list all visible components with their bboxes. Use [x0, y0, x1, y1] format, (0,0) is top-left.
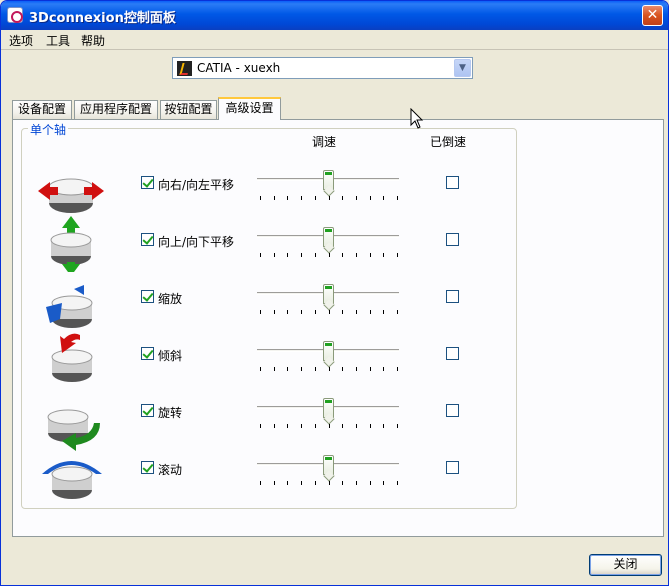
menu-help[interactable]: 帮助: [81, 32, 105, 49]
title-bar[interactable]: 3Dconnexion控制面板 ✕: [1, 1, 668, 30]
close-button[interactable]: ✕: [642, 5, 663, 26]
application-select-value: CATIA - xuexh: [197, 61, 281, 75]
pan-up-down-icon: [50, 216, 92, 272]
axis-label: 向上/向下平移: [158, 235, 235, 249]
tab-device-config[interactable]: 设备配置: [12, 100, 72, 119]
column-speed-header: 调速: [312, 135, 337, 149]
axis-row: 倾斜: [22, 332, 518, 382]
catia-icon: [177, 61, 192, 76]
axis-label: 滚动: [158, 463, 183, 477]
tab-application-config[interactable]: 应用程序配置: [74, 100, 158, 119]
client-area: CATIA - xuexh ▼ 设备配置 应用程序配置 按钮配置 高级设置 单个…: [4, 52, 665, 537]
axis-label: 倾斜: [158, 349, 183, 363]
axis-row: 旋转: [22, 389, 518, 451]
column-dominant-header: 已倒速: [430, 135, 467, 149]
axis-enable-checkbox[interactable]: [141, 347, 154, 360]
axis-enable-checkbox[interactable]: [141, 176, 154, 189]
speed-slider[interactable]: [257, 455, 403, 485]
control-panel-window: 3Dconnexion控制面板 ✕ 选项 工具 帮助 CATIA - xuexh…: [0, 0, 669, 586]
axis-enable-checkbox[interactable]: [141, 233, 154, 246]
speed-slider[interactable]: [257, 398, 403, 428]
speed-slider[interactable]: [257, 284, 403, 314]
axis-enable-checkbox[interactable]: [141, 461, 154, 474]
axis-enable-checkbox[interactable]: [141, 290, 154, 303]
menu-options[interactable]: 选项: [9, 32, 33, 49]
tab-button-config[interactable]: 按钮配置: [160, 100, 217, 119]
advanced-settings-panel: 单个轴 调速 已倒速 向右/向左平移 向上/向下平移 缩放 倾斜 旋转 滚动: [12, 119, 664, 537]
group-legend: 单个轴: [28, 121, 69, 138]
speed-slider[interactable]: [257, 227, 403, 257]
axis-row: 滚动: [22, 446, 518, 499]
tilt-icon: [51, 333, 93, 382]
dominant-checkbox[interactable]: [446, 233, 459, 246]
single-axis-group: 单个轴 调速 已倒速 向右/向左平移 向上/向下平移 缩放 倾斜 旋转 滚动: [21, 121, 518, 509]
dominant-checkbox[interactable]: [446, 461, 459, 474]
axis-row: 缩放: [22, 275, 518, 328]
close-dialog-button[interactable]: 关闭: [589, 554, 662, 576]
speed-slider[interactable]: [257, 341, 403, 371]
tab-advanced-settings[interactable]: 高级设置: [218, 97, 281, 120]
dominant-checkbox[interactable]: [446, 347, 459, 360]
speed-slider[interactable]: [257, 170, 403, 200]
dominant-checkbox[interactable]: [446, 404, 459, 417]
axis-label: 旋转: [158, 406, 183, 420]
application-select[interactable]: CATIA - xuexh ▼: [172, 57, 473, 79]
dominant-checkbox[interactable]: [446, 176, 459, 189]
axis-label: 向右/向左平移: [158, 178, 235, 192]
axis-enable-checkbox[interactable]: [141, 404, 154, 417]
dominant-checkbox[interactable]: [446, 290, 459, 303]
axis-label: 缩放: [158, 292, 183, 306]
mouse-cursor-icon: [410, 108, 424, 129]
zoom-icon: [46, 285, 93, 328]
chevron-down-icon[interactable]: ▼: [454, 59, 471, 77]
menu-bar: 选项 工具 帮助: [1, 30, 668, 50]
window-title: 3Dconnexion控制面板: [29, 11, 176, 26]
axis-row: 向右/向左平移: [22, 161, 518, 213]
roll-icon: [42, 461, 102, 499]
menu-tools[interactable]: 工具: [46, 32, 70, 49]
app-icon: [7, 7, 23, 23]
axis-row: 向上/向下平移: [22, 216, 518, 272]
